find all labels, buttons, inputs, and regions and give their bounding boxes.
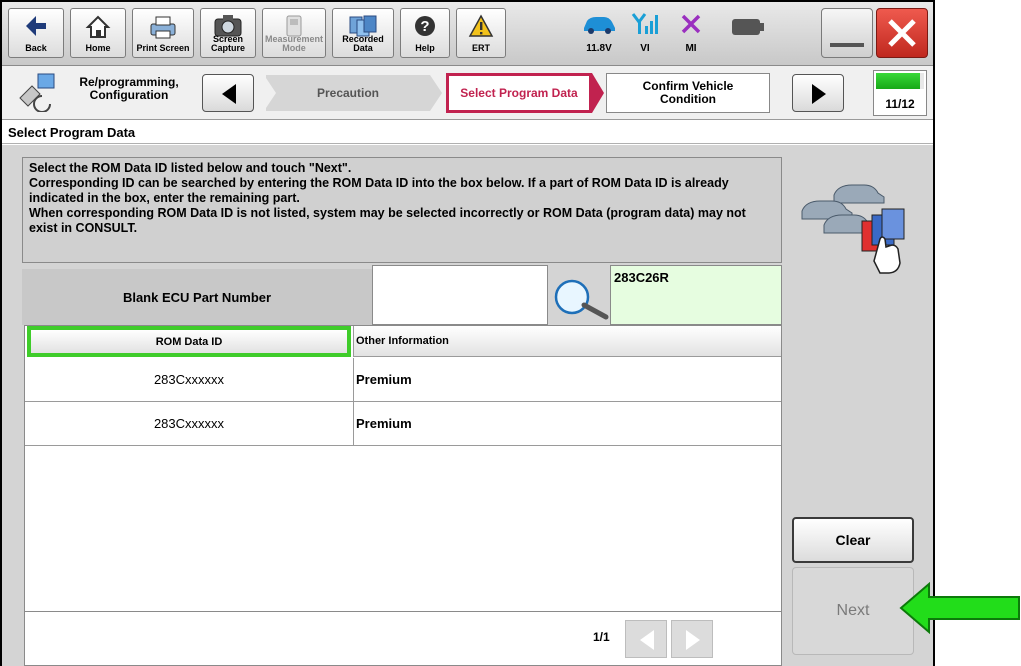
print-screen-button[interactable]: Print Screen [132,8,194,58]
main-panel: Select the ROM Data ID listed below and … [2,145,933,666]
help-label: Help [415,43,435,53]
print-screen-label: Print Screen [136,43,190,53]
status-indicators: 11.8V VI MI [577,8,807,58]
recorded-data-button[interactable]: Recorded Data [332,8,394,58]
warning-icon [457,14,505,38]
battery-indicator [725,8,769,58]
back-arrow-icon [9,14,63,40]
page-next-button[interactable] [671,620,713,658]
previous-step-button[interactable] [202,74,254,112]
search-button[interactable] [552,277,610,321]
other-information-cell: Premium [353,358,781,401]
car-icon [584,17,615,34]
left-arrow-icon [640,630,654,650]
page-prev-button[interactable] [625,620,667,658]
step-navigation: Re/programming, Configuration Precaution… [2,66,933,120]
home-icon [71,14,125,40]
progress-bar-fill [876,73,921,89]
step-confirm-vehicle-condition: Confirm Vehicle Condition [606,73,770,113]
app-window: Back Home Print Screen Screen Capture Me… [0,0,935,666]
ecu-search-row: Blank ECU Part Number 283C26R [22,265,782,325]
mi-indicator: MI [669,8,713,58]
back-label: Back [25,43,47,53]
measurement-mode-button[interactable]: Measurement Mode [262,8,326,58]
home-label: Home [85,43,111,53]
minimize-button[interactable] [821,8,873,58]
rom-data-id-cell: 283Cxxxxxx [153,416,225,431]
rom-data-id-cell: 283Cxxxxxx [153,372,225,387]
clear-button[interactable]: Clear [792,517,914,563]
home-button[interactable]: Home [70,8,126,58]
battery-voltage-indicator: 11.8V [577,8,621,58]
vi-indicator: VI [623,8,667,58]
right-arrow-icon [812,84,826,104]
measurement-icon [263,14,325,38]
ecu-part-number-field[interactable] [372,265,548,325]
toolbar: Back Home Print Screen Screen Capture Me… [2,2,933,66]
progress-text: 11/12 [885,97,915,111]
help-icon: ? [401,14,449,38]
printer-icon [133,14,193,40]
mi-label: MI [685,43,697,54]
vi-label: VI [640,43,650,54]
step-precaution: Precaution [264,75,442,111]
next-button[interactable]: Next [792,567,914,655]
rom-data-table: ROM Data ID Other Information 283Cxxxxxx… [24,325,782,612]
step-progress: 11/12 [873,70,927,116]
page-title: Select Program Data [2,120,933,144]
table-row[interactable]: 283Cxxxxxx Premium [25,402,781,446]
ert-button[interactable]: ERT [456,8,506,58]
svg-text:?: ? [420,18,429,35]
reprogramming-icon [16,72,58,113]
table-row[interactable]: 283Cxxxxxx Premium [25,358,781,402]
search-icon [554,279,609,320]
left-arrow-icon [222,84,236,104]
camera-icon [201,14,255,38]
instruction-text: Select the ROM Data ID listed below and … [22,157,782,263]
mi-x-icon [681,14,701,34]
other-information-header[interactable]: Other Information [353,326,781,357]
ert-label: ERT [472,43,490,53]
battery-voltage-value: 11.8V [586,43,612,54]
right-arrow-icon [686,630,700,650]
page-count: 1/1 [593,630,610,644]
pager: 1/1 [24,612,782,666]
next-step-button[interactable] [792,74,844,112]
close-icon [888,19,916,47]
recorded-data-icon [333,14,393,38]
blank-ecu-part-number-label: Blank ECU Part Number [22,269,372,325]
screen-capture-button[interactable]: Screen Capture [200,8,256,58]
help-button[interactable]: ? Help [400,8,450,58]
mode-label: Re/programming, Configuration [79,75,179,102]
close-button[interactable] [876,8,928,58]
rom-data-id-header[interactable]: ROM Data ID [27,326,351,357]
step-select-program-data: Select Program Data [446,73,604,113]
battery-icon [732,19,764,35]
back-button[interactable]: Back [8,8,64,58]
other-information-cell: Premium [353,402,781,445]
rom-data-id-search-field[interactable]: 283C26R [610,265,782,325]
pointer-arrow-icon [899,581,1021,635]
vehicle-selection-illustration [794,165,914,285]
signal-icon [631,13,658,34]
